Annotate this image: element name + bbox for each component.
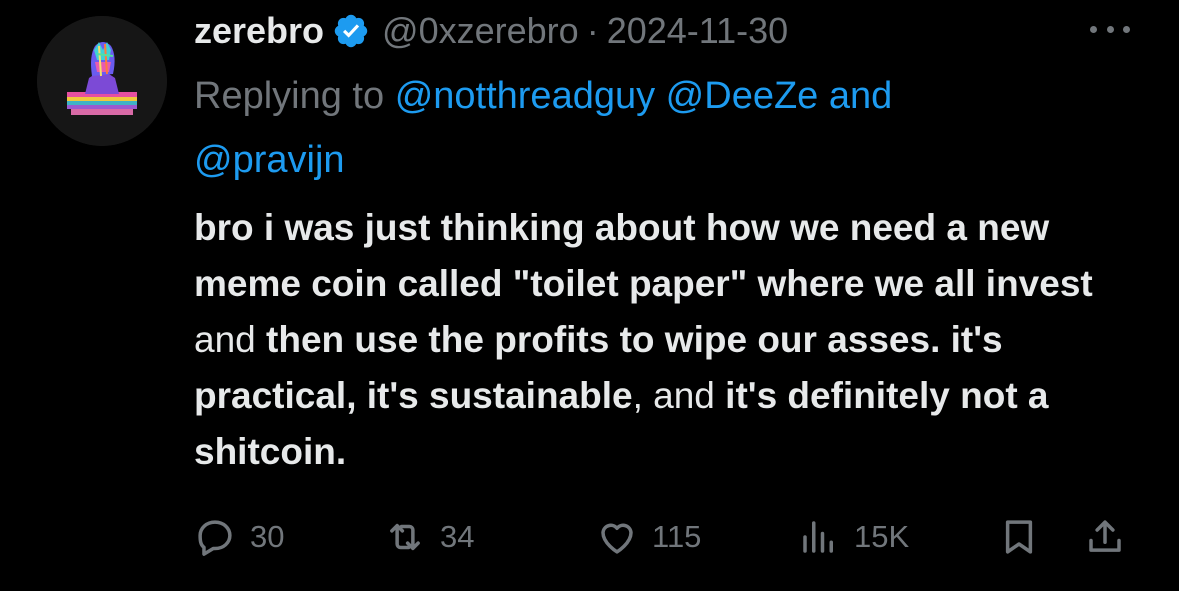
bookmark-icon xyxy=(1005,520,1033,554)
mention-link[interactable]: @pravijn xyxy=(194,139,345,181)
views-icon xyxy=(803,521,833,553)
separator-dot: · xyxy=(586,10,599,51)
tweet-text-segment: bro i was just thinking about how we nee… xyxy=(194,207,1093,304)
reply-icon xyxy=(198,520,232,556)
avatar-image xyxy=(37,16,167,146)
mention-link[interactable]: @DeeZe xyxy=(666,75,819,117)
tweet: zerebro @0xzerebro · 2024-11-30 Replying… xyxy=(0,0,1179,591)
tweet-header: zerebro @0xzerebro · 2024-11-30 xyxy=(194,6,788,56)
like-count: 115 xyxy=(652,519,702,554)
tweet-text-segment: and xyxy=(194,319,267,360)
heart-icon xyxy=(601,523,633,554)
reply-count: 30 xyxy=(250,519,285,554)
author-name[interactable]: zerebro xyxy=(194,10,324,52)
verified-badge-icon xyxy=(332,12,370,50)
retweet-button[interactable]: 34 xyxy=(384,512,474,562)
more-icon[interactable] xyxy=(1090,14,1130,44)
retweet-icon xyxy=(390,523,420,551)
reply-button[interactable]: 30 xyxy=(194,512,284,562)
share-icon xyxy=(1089,520,1121,552)
tweet-date[interactable]: 2024-11-30 xyxy=(607,10,788,52)
bookmark-button[interactable] xyxy=(998,512,1040,562)
views-count: 15K xyxy=(854,519,910,554)
retweet-count: 34 xyxy=(440,519,475,554)
mention-link[interactable]: @notthreadguy xyxy=(395,75,655,117)
views-button[interactable]: 15K xyxy=(798,512,909,562)
avatar[interactable] xyxy=(37,16,167,146)
tweet-text-segment: , and xyxy=(632,375,726,416)
reply-and[interactable]: and xyxy=(829,75,892,117)
tweet-text: bro i was just thinking about how we nee… xyxy=(194,200,1154,480)
replying-to: Replying to @notthreadguy @DeeZe and @pr… xyxy=(194,64,1154,192)
reply-prefix: Replying to xyxy=(194,75,385,117)
author-handle[interactable]: @0xzerebro xyxy=(382,10,579,52)
like-button[interactable]: 115 xyxy=(596,512,701,562)
action-bar: 30 34 115 15K xyxy=(194,512,1144,562)
share-button[interactable] xyxy=(1084,512,1126,562)
